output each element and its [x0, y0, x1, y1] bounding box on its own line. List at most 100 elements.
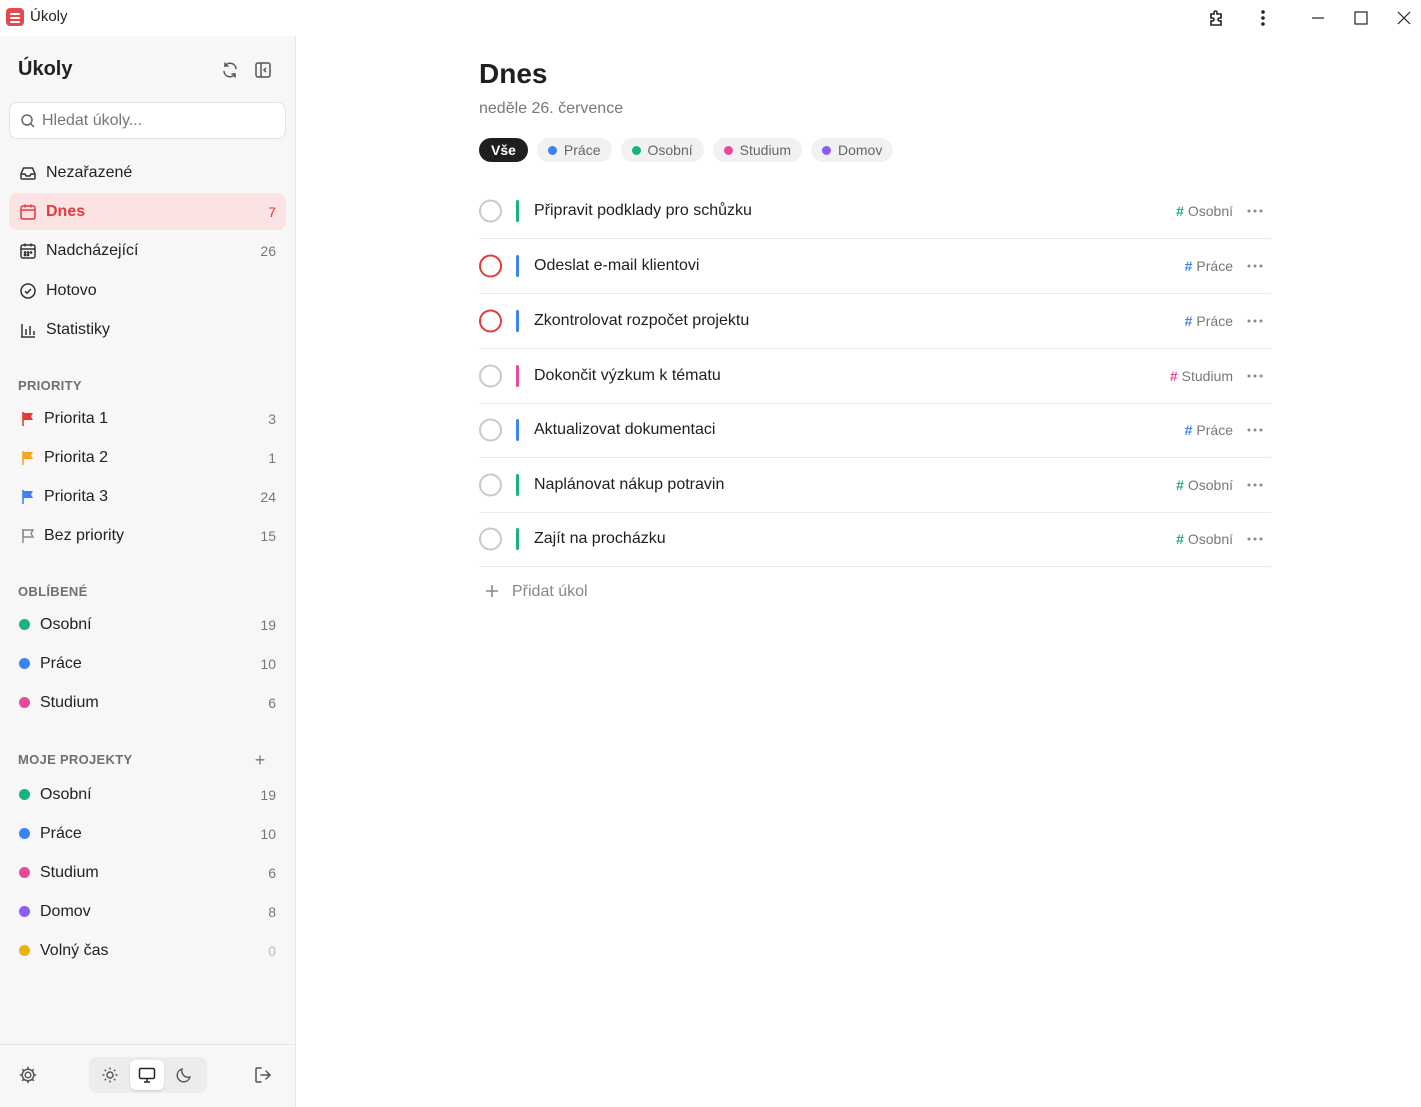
close-button[interactable]: [1390, 4, 1418, 32]
task-tag[interactable]: # Osobní: [1176, 477, 1233, 493]
refresh-icon[interactable]: [218, 58, 242, 82]
logout-icon[interactable]: [253, 1065, 273, 1090]
chip-label: Studium: [739, 142, 791, 158]
project-label: Domov: [40, 902, 91, 920]
nav-item-upcoming[interactable]: Nadcházející 26: [9, 232, 286, 269]
filter-chips: Vše Práce Osobní Studium Domov: [479, 138, 902, 162]
minimize-button[interactable]: [1304, 4, 1332, 32]
nav-item-today[interactable]: Dnes 7: [9, 193, 286, 230]
task-row[interactable]: Připravit podklady pro schůzku # Osobní: [479, 184, 1271, 239]
project-item-free-time[interactable]: Volný čas 0: [9, 932, 286, 969]
light-theme-button[interactable]: [93, 1060, 127, 1090]
project-color-dot: [19, 906, 30, 917]
task-tag[interactable]: # Osobní: [1176, 203, 1233, 219]
project-label: Studium: [40, 863, 99, 881]
favorite-item-work[interactable]: Práce 10: [9, 645, 286, 682]
favorite-label: Práce: [40, 654, 82, 672]
project-color-dot: [19, 697, 30, 708]
sidebar: Úkoly Nezařazené Dnes 7 Nadcházející 26 …: [0, 36, 296, 1107]
search-field[interactable]: [9, 102, 286, 139]
title-bar: Úkoly: [0, 0, 1421, 36]
task-checkbox[interactable]: [479, 309, 502, 333]
task-tag[interactable]: # Práce: [1185, 422, 1233, 438]
more-vertical-icon[interactable]: [1249, 4, 1277, 32]
filter-chip-study[interactable]: Studium: [712, 138, 802, 162]
priority-item-1[interactable]: Priorita 1 3: [9, 400, 286, 437]
sidebar-footer: [0, 1044, 296, 1107]
task-color-bar: [516, 255, 519, 277]
add-task-button[interactable]: Přidat úkol: [482, 580, 588, 604]
nav-count: 26: [260, 242, 276, 259]
main-content: Dnes neděle 26. července Vše Práce Osobn…: [297, 36, 1421, 1107]
priority-count: 3: [268, 410, 276, 427]
priority-item-none[interactable]: Bez priority 15: [9, 517, 286, 554]
project-item-home[interactable]: Domov 8: [9, 893, 286, 930]
more-horizontal-icon[interactable]: [1245, 420, 1265, 440]
bar-chart-icon: [19, 321, 37, 339]
nav-item-done[interactable]: Hotovo: [9, 272, 286, 309]
task-row[interactable]: Zajít na procházku # Osobní: [479, 512, 1271, 567]
filter-chip-home[interactable]: Domov: [811, 138, 894, 162]
projects-header: MOJE PROJEKTY: [18, 752, 133, 767]
nav-label: Nadcházející: [46, 241, 139, 259]
task-color-bar: [516, 365, 519, 387]
nav-item-statistics[interactable]: Statistiky: [9, 311, 286, 348]
priority-item-3[interactable]: Priorita 3 24: [9, 478, 286, 515]
task-tag-label: Osobní: [1187, 477, 1233, 493]
more-horizontal-icon[interactable]: [1245, 256, 1265, 276]
filter-chip-all[interactable]: Vše: [479, 138, 528, 162]
nav-label: Statistiky: [46, 320, 111, 338]
favorites-header: OBLÍBENÉ: [18, 584, 88, 599]
system-theme-button[interactable]: [130, 1060, 164, 1090]
project-item-personal[interactable]: Osobní 19: [9, 776, 286, 813]
filter-chip-work[interactable]: Práce: [536, 138, 612, 162]
nav-item-unsorted[interactable]: Nezařazené: [9, 154, 286, 191]
task-checkbox[interactable]: [479, 527, 502, 551]
add-task-label: Přidat úkol: [512, 583, 588, 600]
more-horizontal-icon[interactable]: [1245, 475, 1265, 495]
more-horizontal-icon[interactable]: [1245, 529, 1265, 549]
task-title: Zajít na procházku: [534, 530, 666, 547]
project-count: 0: [268, 942, 276, 959]
task-title: Aktualizovat dokumentaci: [534, 421, 716, 438]
task-row[interactable]: Odeslat e-mail klientovi # Práce: [479, 239, 1271, 294]
hash-icon: #: [1169, 368, 1178, 384]
priority-item-2[interactable]: Priorita 2 1: [9, 439, 286, 476]
favorite-item-study[interactable]: Studium 6: [9, 684, 286, 721]
priority-label: Priorita 2: [44, 448, 109, 466]
add-project-button[interactable]: +: [248, 748, 272, 772]
search-input[interactable]: [42, 103, 282, 138]
task-checkbox[interactable]: [479, 418, 502, 442]
task-checkbox[interactable]: [479, 364, 502, 388]
task-tag-label: Práce: [1196, 422, 1233, 438]
more-horizontal-icon[interactable]: [1245, 366, 1265, 386]
task-title: Odeslat e-mail klientovi: [534, 257, 700, 274]
more-horizontal-icon[interactable]: [1245, 311, 1265, 331]
task-checkbox[interactable]: [479, 254, 502, 278]
task-tag[interactable]: # Práce: [1185, 313, 1233, 329]
extensions-icon[interactable]: [1203, 4, 1231, 32]
task-tag[interactable]: # Studium: [1170, 368, 1233, 384]
task-title: Připravit podklady pro schůzku: [534, 202, 752, 219]
sidebar-title: Úkoly: [18, 58, 73, 80]
task-checkbox[interactable]: [479, 473, 502, 497]
task-checkbox[interactable]: [479, 199, 502, 223]
collapse-sidebar-icon[interactable]: [251, 58, 275, 82]
task-tag[interactable]: # Osobní: [1176, 531, 1233, 547]
task-row[interactable]: Naplánovat nákup potravin # Osobní: [479, 458, 1271, 513]
project-item-work[interactable]: Práce 10: [9, 815, 286, 852]
settings-icon[interactable]: [18, 1065, 38, 1090]
favorite-count: 19: [260, 616, 276, 633]
task-tag[interactable]: # Práce: [1185, 258, 1233, 274]
chip-label: Osobní: [647, 142, 693, 158]
maximize-button[interactable]: [1347, 4, 1375, 32]
task-row[interactable]: Dokončit výzkum k tématu # Studium: [479, 349, 1271, 404]
more-horizontal-icon[interactable]: [1245, 201, 1265, 221]
task-row[interactable]: Zkontrolovat rozpočet projektu # Práce: [479, 294, 1271, 349]
filter-chip-personal[interactable]: Osobní: [620, 138, 704, 162]
calendar-icon: [19, 203, 37, 221]
favorite-item-personal[interactable]: Osobní 19: [9, 606, 286, 643]
task-row[interactable]: Aktualizovat dokumentaci # Práce: [479, 403, 1271, 458]
dark-theme-button[interactable]: [167, 1060, 201, 1090]
project-item-study[interactable]: Studium 6: [9, 854, 286, 891]
